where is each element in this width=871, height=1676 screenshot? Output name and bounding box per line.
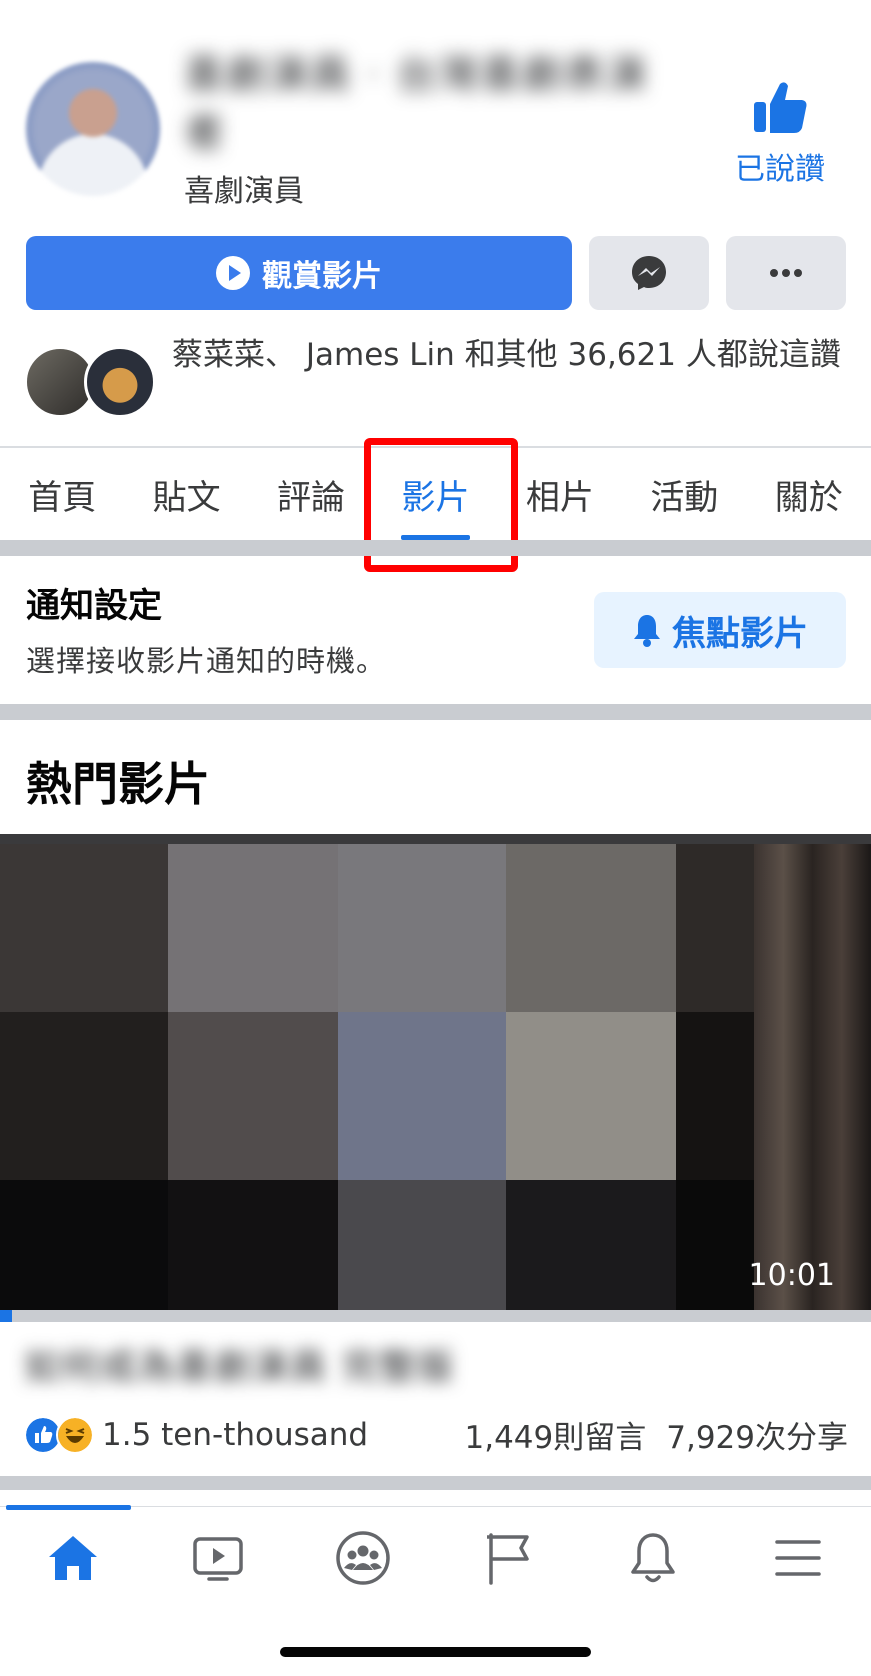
nav-home[interactable] <box>0 1505 145 1608</box>
video-thumbnail[interactable] <box>0 834 871 1310</box>
watch-icon <box>193 1537 243 1581</box>
watch-video-label: 觀賞影片 <box>262 259 382 294</box>
haha-reaction-icon <box>56 1415 94 1454</box>
video-duration: 10:01 <box>748 1258 835 1293</box>
nav-menu[interactable] <box>726 1508 871 1608</box>
tab-posts[interactable]: 貼文 <box>124 448 248 540</box>
likes-count[interactable]: 1.5 ten-thousand <box>102 1417 368 1453</box>
more-dots-icon <box>770 269 802 277</box>
page-avatar[interactable] <box>26 62 160 196</box>
section-divider <box>0 540 871 556</box>
messenger-icon <box>632 256 666 290</box>
notification-settings-description: 選擇接收影片通知的時機。 <box>26 644 387 678</box>
video-title[interactable]: 如何成為喜劇演員 完整版 <box>24 1338 564 1390</box>
nav-pages[interactable] <box>436 1508 581 1608</box>
page-category: 喜劇演員 <box>184 174 304 209</box>
focus-videos-button[interactable]: 焦點影片 <box>594 592 846 668</box>
watch-video-button[interactable]: 觀賞影片 <box>26 236 572 310</box>
bottom-navigation <box>0 1505 871 1608</box>
tab-reviews[interactable]: 評論 <box>249 448 373 540</box>
liked-button[interactable]: 已說讚 <box>720 80 840 188</box>
popular-videos-title: 熱門影片 <box>26 757 210 811</box>
pages-flag-icon <box>487 1533 529 1585</box>
bell-icon <box>634 615 660 647</box>
messenger-button[interactable] <box>589 236 709 310</box>
reactions[interactable] <box>24 1415 94 1454</box>
video-progress-bar <box>0 1310 871 1322</box>
home-icon <box>48 1536 97 1580</box>
friend-avatar[interactable] <box>84 346 156 418</box>
menu-icon <box>775 1540 822 1576</box>
section-divider <box>0 1476 871 1490</box>
home-indicator <box>280 1647 591 1657</box>
section-divider <box>0 704 871 720</box>
page-name[interactable]: 喜劇演員 · 台灣喜劇表演者 <box>184 46 674 162</box>
thumbs-up-icon <box>754 82 807 133</box>
nav-watch[interactable] <box>145 1508 290 1608</box>
tab-home[interactable]: 首頁 <box>0 448 124 540</box>
tab-about[interactable]: 關於 <box>747 448 871 540</box>
comments-count[interactable]: 1,449則留言 <box>465 1412 647 1457</box>
friends-like-text[interactable]: 蔡菜菜、 James Lin 和其他 36,621 人都說這讚 <box>172 332 852 378</box>
play-icon <box>216 256 250 290</box>
liked-label: 已說讚 <box>735 152 825 187</box>
more-options-button[interactable] <box>726 236 846 310</box>
tab-events[interactable]: 活動 <box>622 448 746 540</box>
nav-notifications[interactable] <box>581 1508 726 1608</box>
notifications-bell-icon <box>631 1533 676 1583</box>
groups-icon <box>336 1531 390 1585</box>
focus-videos-label: 焦點影片 <box>672 613 808 654</box>
shares-count[interactable]: 7,929次分享 <box>666 1412 848 1457</box>
nav-groups[interactable] <box>290 1508 435 1608</box>
video-progress-fill <box>0 1310 12 1322</box>
video-stats: 1.5 ten-thousand 1,449則留言 7,929次分享 <box>24 1412 848 1457</box>
notification-settings-title: 通知設定 <box>26 586 162 626</box>
